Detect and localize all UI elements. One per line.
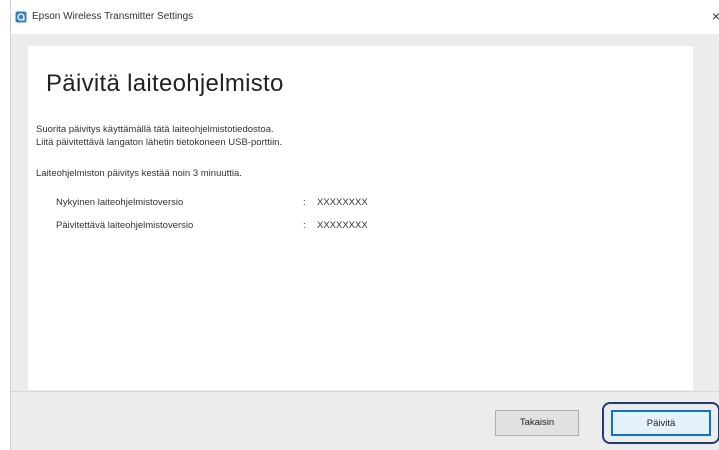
back-button[interactable]: Takaisin xyxy=(495,410,579,436)
current-version-separator: : xyxy=(303,197,306,208)
settings-window: Epson Wireless Transmitter Settings × Pä… xyxy=(10,0,719,450)
content-panel: Päivitä laiteohjelmisto Suorita päivitys… xyxy=(28,46,693,390)
duration-note: Laiteohjelmiston päivitys kestää noin 3 … xyxy=(36,168,242,179)
current-version-value: XXXXXXXX xyxy=(317,197,368,208)
window-title: Epson Wireless Transmitter Settings xyxy=(32,11,194,22)
footer-divider xyxy=(11,391,719,392)
update-button[interactable]: Päivitä xyxy=(611,410,711,436)
instruction-line-1: Suorita päivitys käyttämällä tätä laiteo… xyxy=(36,124,274,135)
instruction-line-2: Liitä päivitettävä langaton lähetin tiet… xyxy=(36,137,283,148)
new-version-label: Päivitettävä laiteohjelmistoversio xyxy=(56,220,194,231)
page-title: Päivitä laiteohjelmisto xyxy=(46,70,284,97)
new-version-value: XXXXXXXX xyxy=(317,220,368,231)
current-version-label: Nykyinen laiteohjelmistoversio xyxy=(56,197,184,208)
close-icon[interactable]: × xyxy=(700,6,719,26)
title-bar: Epson Wireless Transmitter Settings × xyxy=(11,0,719,34)
epson-app-icon xyxy=(15,11,27,23)
new-version-separator: : xyxy=(303,220,306,231)
